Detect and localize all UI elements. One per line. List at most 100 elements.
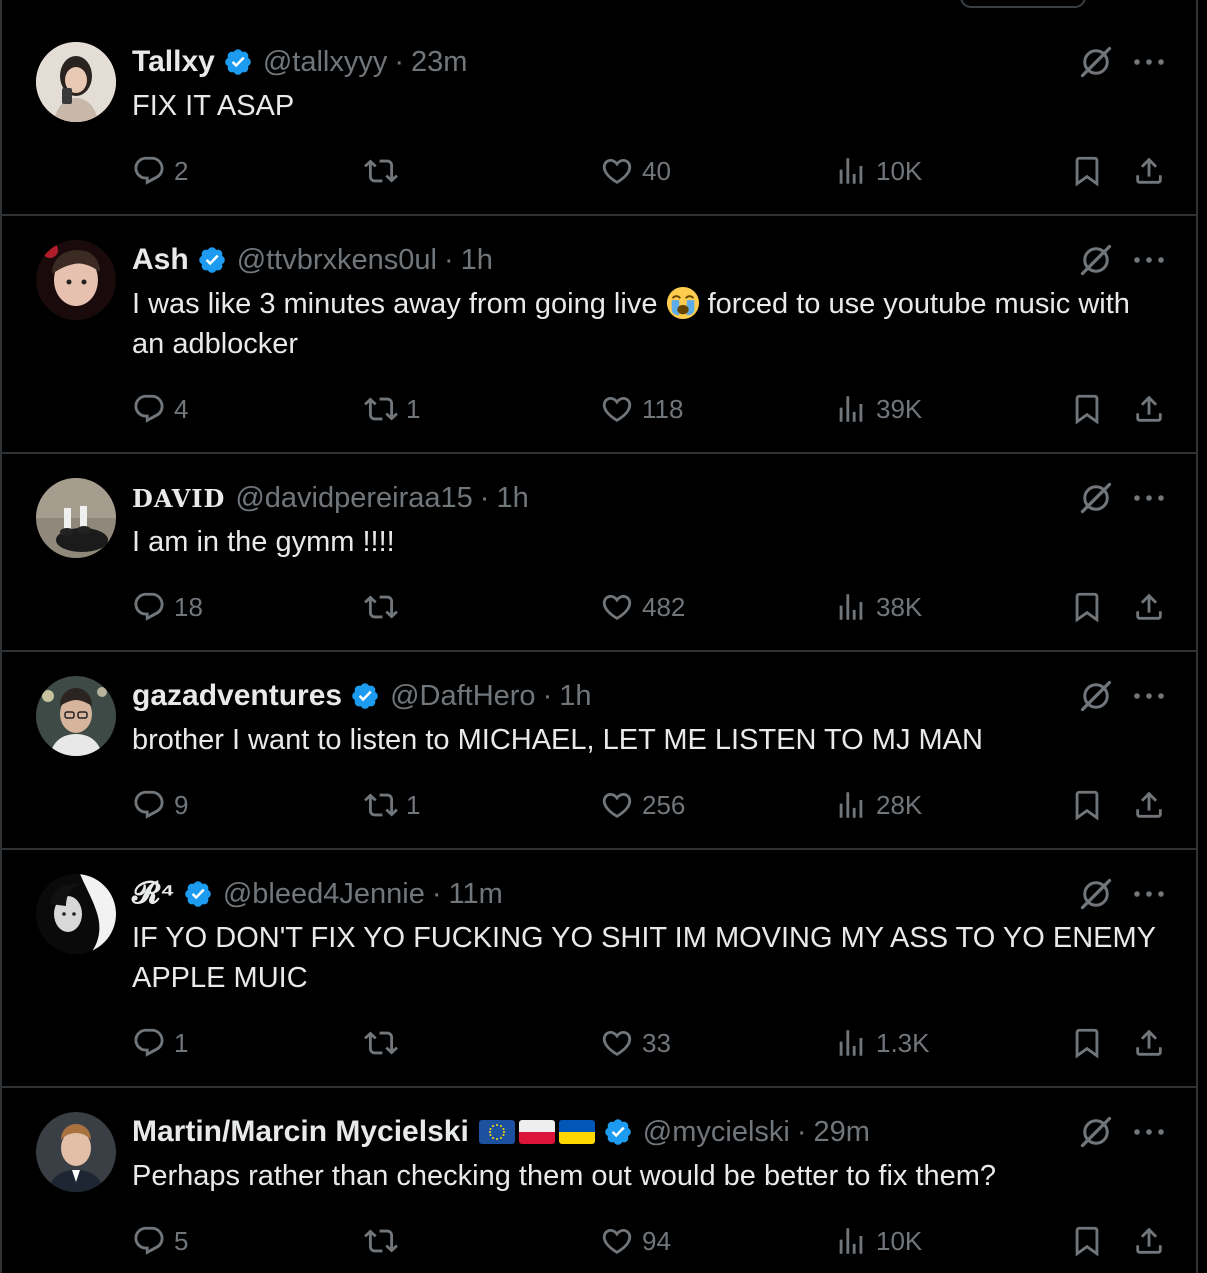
heart-icon [600, 788, 634, 822]
bookmark-button[interactable] [1070, 389, 1104, 429]
reply-button[interactable]: 4 [132, 389, 188, 429]
handle[interactable]: @bleed4Jennie [223, 878, 425, 911]
avatar[interactable] [36, 1112, 116, 1192]
reply-card[interactable]: DAVID @davidpereiraa15 · 1h I am in the … [2, 454, 1198, 652]
reply-button[interactable]: 2 [132, 151, 188, 191]
share-button[interactable] [1132, 389, 1166, 429]
reply-button[interactable]: 1 [132, 1023, 188, 1063]
avatar[interactable] [36, 42, 116, 122]
share-button[interactable] [1132, 1221, 1166, 1261]
bookmark-button[interactable] [1070, 587, 1104, 627]
heart-icon [600, 154, 634, 188]
timestamp[interactable]: 23m [411, 46, 467, 79]
timestamp[interactable]: 11m [449, 878, 503, 911]
display-name[interactable]: Ash [132, 243, 189, 277]
handle[interactable]: @DaftHero [390, 680, 535, 713]
views-button[interactable]: 39K [834, 389, 922, 429]
like-button[interactable]: 33 [600, 1023, 671, 1063]
repost-button[interactable] [364, 1023, 406, 1063]
like-button[interactable]: 118 [600, 389, 683, 429]
grok-icon[interactable] [1078, 44, 1114, 80]
repost-button[interactable] [364, 587, 406, 627]
more-options-icon[interactable] [1132, 1127, 1166, 1137]
display-name[interactable]: DAVID [132, 484, 225, 513]
grok-icon[interactable] [1078, 678, 1114, 714]
views-button[interactable]: 28K [834, 785, 922, 825]
bookmark-button[interactable] [1070, 785, 1104, 825]
heart-icon [600, 392, 634, 426]
handle[interactable]: @mycielski [643, 1116, 790, 1149]
share-button[interactable] [1132, 151, 1166, 191]
views-button[interactable]: 38K [834, 587, 922, 627]
share-button[interactable] [1132, 785, 1166, 825]
repost-button[interactable] [364, 151, 406, 191]
timestamp[interactable]: 1h [461, 244, 493, 277]
views-button[interactable]: 1.3K [834, 1023, 930, 1063]
bookmark-button[interactable] [1070, 1221, 1104, 1261]
separator-dot: · [796, 1115, 807, 1148]
handle[interactable]: @davidpereiraa15 [235, 482, 472, 515]
reply-text: I was like 3 minutes away from going liv… [132, 284, 1162, 364]
bookmark-icon [1070, 1026, 1104, 1060]
reply-card[interactable]: Ash @ttvbrxkens0ul · 1h I was like 3 min… [2, 216, 1198, 454]
bookmark-button[interactable] [1070, 1023, 1104, 1063]
share-button[interactable] [1132, 587, 1166, 627]
bookmark-icon [1070, 392, 1104, 426]
repost-icon [364, 788, 398, 822]
repost-icon [364, 590, 398, 624]
reply-card[interactable]: gazadventures @DaftHero · 1h brother I w… [2, 652, 1198, 850]
grok-icon[interactable] [1078, 876, 1114, 912]
timestamp[interactable]: 29m [814, 1116, 870, 1149]
repost-button[interactable] [364, 1221, 406, 1261]
reply-icon [132, 154, 166, 188]
grok-icon[interactable] [1078, 480, 1114, 516]
avatar[interactable] [36, 874, 116, 954]
reply-count: 9 [174, 789, 189, 820]
reply-button[interactable]: 18 [132, 587, 203, 627]
repost-icon [364, 1026, 398, 1060]
handle[interactable]: @tallxyyy [263, 46, 388, 79]
more-options-icon[interactable] [1132, 493, 1166, 503]
views-button[interactable]: 10K [834, 151, 922, 191]
like-count: 256 [642, 789, 686, 820]
more-options-icon[interactable] [1132, 255, 1166, 265]
views-button[interactable]: 10K [834, 1221, 922, 1261]
like-button[interactable]: 40 [600, 151, 671, 191]
reply-icon [132, 590, 166, 624]
like-button[interactable]: 482 [600, 587, 685, 627]
display-name[interactable]: gazadventures [132, 679, 342, 713]
reply-count: 18 [174, 591, 203, 622]
reply-card[interactable]: Tallxy @tallxyyy · 23m FIX IT ASAP 2 40 … [2, 0, 1198, 216]
handle[interactable]: @ttvbrxkens0ul [237, 244, 437, 277]
share-button[interactable] [1132, 1023, 1166, 1063]
grok-icon[interactable] [1078, 1114, 1114, 1150]
display-name[interactable]: Tallxy [132, 45, 215, 79]
avatar[interactable] [36, 676, 116, 756]
more-options-icon[interactable] [1132, 691, 1166, 701]
repost-button[interactable]: 1 [364, 785, 420, 825]
reply-icon [132, 1026, 166, 1060]
display-name[interactable]: Martin/Marcin Mycielski [132, 1115, 469, 1149]
more-options-icon[interactable] [1132, 889, 1166, 899]
like-button[interactable]: 94 [600, 1221, 671, 1261]
like-button[interactable]: 256 [600, 785, 685, 825]
bookmark-button[interactable] [1070, 151, 1104, 191]
more-options-icon[interactable] [1132, 57, 1166, 67]
repost-icon [364, 392, 398, 426]
display-name[interactable]: 𝓡⁴ [132, 877, 175, 911]
grok-icon[interactable] [1078, 242, 1114, 278]
reply-button[interactable]: 9 [132, 785, 188, 825]
avatar[interactable] [36, 478, 116, 558]
heart-icon [600, 590, 634, 624]
timestamp[interactable]: 1h [496, 482, 528, 515]
reply-button[interactable]: 5 [132, 1221, 188, 1261]
share-icon [1132, 788, 1166, 822]
reply-card[interactable]: Martin/Marcin Mycielski @mycielski · 29m… [2, 1088, 1198, 1273]
reply-card[interactable]: 𝓡⁴ @bleed4Jennie · 11m IF YO DON'T FIX Y… [2, 850, 1198, 1088]
avatar[interactable] [36, 240, 116, 320]
repost-button[interactable]: 1 [364, 389, 420, 429]
reply-text: I am in the gymm !!!! [132, 526, 395, 558]
verified-badge-icon [223, 47, 253, 77]
timestamp[interactable]: 1h [559, 680, 591, 713]
reply-header: DAVID @davidpereiraa15 · 1h [132, 478, 529, 518]
